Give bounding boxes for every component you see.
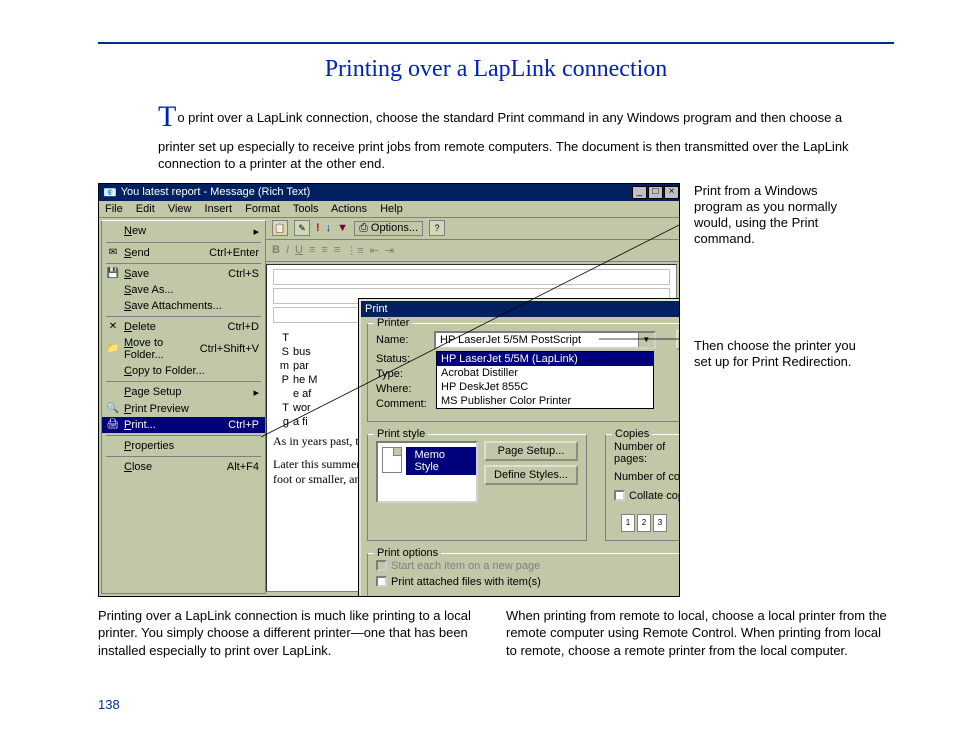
menu-item-save-attachments-[interactable]: Save Attachments... [102, 298, 265, 314]
menu-help[interactable]: Help [380, 203, 403, 215]
bullets-icon[interactable]: ⋮≡ [346, 244, 363, 257]
top-rule [98, 42, 894, 44]
start-each-item-checkbox: Start each item on a new page [376, 560, 680, 572]
outlook-titlebar: 📧 You latest report - Message (Rich Text… [99, 184, 679, 201]
copies-group: Copies Number of pages: All▼ Number of c… [605, 434, 680, 541]
annotation-2: Then choose the printer you set up for P… [694, 338, 864, 371]
memo-style-icon [382, 447, 402, 473]
window-controls: _□× [631, 185, 679, 199]
print-attached-checkbox[interactable]: Print attached files with item(s) [376, 576, 680, 588]
printer-name-combo[interactable]: HP LaserJet 5/5M PostScript ▼ HP LaserJe… [434, 331, 656, 349]
print-to-file-checkbox[interactable]: Print to file [679, 383, 680, 395]
page-title: Printing over a LapLink connection [98, 56, 894, 83]
menu-item-print-[interactable]: 🖨Print...Ctrl+P [102, 417, 265, 433]
where-label: Where: [376, 383, 428, 395]
chevron-down-icon[interactable]: ▼ [638, 333, 654, 347]
print-dialog-titlebar: Print ? × [361, 301, 680, 317]
define-styles-button[interactable]: Define Styles... [484, 465, 578, 485]
indent-icon[interactable]: ⇥ [385, 244, 394, 257]
menu-item-copy-to-folder-[interactable]: Copy to Folder... [102, 363, 265, 379]
collate-checkbox[interactable]: Collate copies [614, 490, 680, 502]
menu-item-close[interactable]: CloseAlt+F4 [102, 459, 265, 475]
intro-paragraph: To print over a LapLink connection, choo… [158, 97, 854, 173]
type-label: Type: [376, 368, 428, 380]
options-button[interactable]: ⎙ Options... [354, 221, 423, 236]
menu-item-save[interactable]: 💾SaveCtrl+S [102, 266, 265, 282]
menu-item-new[interactable]: New▸ [102, 223, 265, 240]
to-field[interactable] [273, 269, 670, 285]
properties-button[interactable]: Properties [676, 330, 680, 350]
printer-option-acrobat[interactable]: Acrobat Distiller [437, 366, 653, 380]
bottom-columns: Printing over a LapLink connection is mu… [98, 607, 894, 660]
file-dropdown-menu: New▸ ✉SendCtrl+Enter 💾SaveCtrl+SSave As...… [101, 220, 266, 594]
dialog-button-row: OK Cancel Preview [361, 596, 680, 597]
menu-item-page-setup[interactable]: Page Setup▸ [102, 384, 265, 401]
print-options-group: Print options Start each item on a new p… [367, 553, 680, 597]
col-1: Printing over a LapLink connection is mu… [98, 607, 486, 660]
page-setup-button[interactable]: Page Setup... [484, 441, 578, 461]
signature-icon[interactable]: ✎ [294, 220, 310, 236]
high-importance-icon[interactable]: ! [316, 222, 320, 234]
menu-insert[interactable]: Insert [205, 203, 233, 215]
status-label: Status: [376, 353, 428, 365]
menu-actions[interactable]: Actions [331, 203, 367, 215]
print-style-group: Print style Memo Style Page Setup... Def… [367, 434, 587, 541]
low-importance-icon[interactable]: ↓ [326, 222, 332, 234]
collate-preview-icon: 123 [614, 506, 674, 532]
print-dialog: Print ? × Printer Name: HP LaserJet 5/5M… [359, 299, 680, 597]
bold-icon[interactable]: B [272, 244, 280, 256]
menu-format[interactable]: Format [245, 203, 280, 215]
menubar: File Edit View Insert Format Tools Actio… [99, 201, 679, 218]
annotations: Print from a Windows program as you norm… [694, 183, 864, 461]
page-number: 138 [98, 697, 120, 712]
menu-item-send[interactable]: ✉SendCtrl+Enter [102, 245, 265, 261]
printer-option-laplink[interactable]: HP LaserJet 5/5M (LapLink) [437, 352, 653, 366]
printer-group: Printer Name: HP LaserJet 5/5M PostScrip… [367, 323, 680, 422]
menu-item-print-preview[interactable]: 🔍Print Preview [102, 401, 265, 417]
menu-tools[interactable]: Tools [293, 203, 319, 215]
window-caption: You latest report - Message (Rich Text) [121, 186, 631, 198]
menu-item-properties[interactable]: Properties [102, 438, 265, 454]
minimize-button[interactable]: _ [632, 186, 647, 199]
outdent-icon[interactable]: ⇤ [370, 244, 379, 257]
menu-view[interactable]: View [168, 203, 192, 215]
paste-icon[interactable]: 📋 [272, 220, 288, 236]
maximize-button[interactable]: □ [648, 186, 663, 199]
screenshot-composite: 📧 You latest report - Message (Rich Text… [98, 183, 680, 597]
menu-edit[interactable]: Edit [136, 203, 155, 215]
font-toolbar: B I U ≡ ≡ ≡ ⋮≡ ⇤ ⇥ [266, 240, 679, 262]
name-label: Name: [376, 334, 428, 346]
app-icon: 📧 [103, 186, 117, 199]
close-button[interactable]: × [664, 186, 679, 199]
printer-option-mspublisher[interactable]: MS Publisher Color Printer [437, 394, 653, 408]
align-left-icon[interactable]: ≡ [309, 244, 315, 256]
intro-text: o print over a LapLink connection, choos… [158, 110, 849, 171]
align-center-icon[interactable]: ≡ [321, 244, 327, 256]
flag-icon[interactable]: ▼ [337, 222, 348, 234]
printer-dropdown-list: HP LaserJet 5/5M (LapLink) Acrobat Disti… [436, 351, 654, 409]
underline-icon[interactable]: U [295, 244, 303, 256]
col-2: When printing from remote to local, choo… [506, 607, 894, 660]
menu-file[interactable]: File [105, 203, 123, 215]
menu-item-move-to-folder-[interactable]: 📁Move to Folder...Ctrl+Shift+V [102, 335, 265, 363]
style-list[interactable]: Memo Style [376, 441, 478, 503]
printer-option-deskjet[interactable]: HP DeskJet 855C [437, 380, 653, 394]
menu-item-delete[interactable]: ✕DeleteCtrl+D [102, 319, 265, 335]
memo-style-item[interactable]: Memo Style [406, 447, 476, 475]
comment-label: Comment: [376, 398, 428, 410]
italic-icon[interactable]: I [286, 244, 289, 256]
help-icon[interactable]: ? [429, 220, 445, 236]
formatting-toolbar: 📋 ✎ ! ↓ ▼ ⎙ Options... ? [266, 218, 679, 240]
align-right-icon[interactable]: ≡ [334, 244, 340, 256]
menu-item-save-as-[interactable]: Save As... [102, 282, 265, 298]
dropcap: T [158, 100, 176, 133]
annotation-1: Print from a Windows program as you norm… [694, 183, 864, 248]
